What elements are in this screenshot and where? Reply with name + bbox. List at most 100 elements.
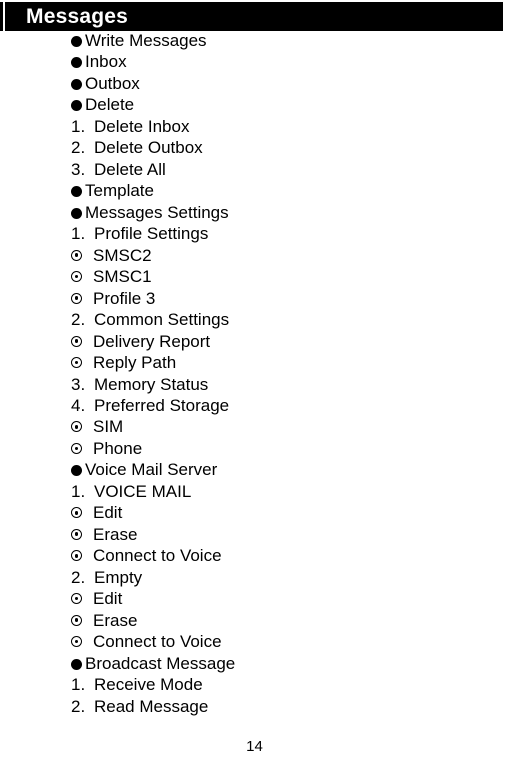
- radio-bullet-glyph: [71, 357, 82, 369]
- outline-row-label: Profile 3: [93, 288, 156, 308]
- outline-row: Edit: [71, 588, 501, 609]
- outline-row-label: SMSC1: [93, 267, 152, 287]
- list-number: 2.: [71, 567, 86, 587]
- list-number: 2.: [71, 696, 86, 716]
- radio-bullet-glyph: [71, 292, 82, 304]
- outline-row-label: Delivery Report: [93, 331, 211, 351]
- outline-row: 1. Receive Mode: [71, 674, 501, 695]
- outline-row-label: Connect to Voice: [93, 546, 222, 566]
- outline-row-label: Write Messages: [85, 31, 207, 50]
- outline-row: Broadcast Message: [71, 653, 501, 674]
- menu-outline-list: Write Messages Inbox Outbox Delete 1. Delete …: [71, 30, 501, 717]
- outline-row: 3. Delete All: [71, 159, 501, 180]
- filled-bullet-glyph: [71, 658, 82, 670]
- list-number: 1.: [71, 116, 86, 136]
- outline-row: 3. Memory Status: [71, 374, 501, 395]
- list-number: 2.: [71, 138, 86, 158]
- outline-row-label: Empty: [94, 567, 143, 587]
- outline-row-label: Voice Mail Server: [85, 460, 218, 480]
- outline-row: Connect to Voice: [71, 545, 501, 566]
- outline-row: Erase: [71, 610, 501, 631]
- outline-row-label: Phone: [93, 438, 143, 458]
- outline-row: 4. Preferred Storage: [71, 395, 501, 416]
- radio-bullet-glyph: [71, 507, 82, 519]
- outline-row-label: SIM: [93, 417, 124, 437]
- radio-bullet-glyph: [71, 442, 82, 454]
- outline-row-label: Receive Mode: [94, 675, 203, 695]
- page-title: Messages: [26, 5, 128, 28]
- outline-row-label: Delete All: [94, 159, 166, 179]
- filled-bullet-glyph: [71, 465, 82, 477]
- outline-row: Connect to Voice: [71, 631, 501, 652]
- radio-bullet-glyph: [71, 528, 82, 540]
- outline-row: 2. Read Message: [71, 696, 501, 717]
- list-number: 3.: [71, 159, 86, 179]
- document-page: Messages Write Messages Inbox Outbox Delete…: [0, 0, 509, 760]
- radio-bullet-glyph: [71, 335, 82, 347]
- outline-row: 1. Delete Inbox: [71, 116, 501, 137]
- outline-row-label: SMSC2: [93, 245, 152, 265]
- outline-row-label: Delete Inbox: [94, 116, 190, 136]
- outline-row-label: Edit: [93, 589, 123, 609]
- outline-row-label: Messages Settings: [85, 202, 229, 222]
- outline-row: Profile 3: [71, 288, 501, 309]
- outline-row-label: Reply Path: [93, 353, 177, 373]
- outline-row-label: Erase: [93, 524, 138, 544]
- filled-bullet-glyph: [71, 36, 82, 47]
- outline-row-label: Common Settings: [94, 310, 230, 330]
- outline-row: Delivery Report: [71, 331, 501, 352]
- outline-row-label: Template: [85, 181, 154, 201]
- radio-bullet-glyph: [71, 614, 82, 626]
- list-number: 2.: [71, 310, 86, 330]
- outline-row-label: Outbox: [85, 73, 140, 93]
- outline-row: 1. Profile Settings: [71, 223, 501, 244]
- outline-row: SIM: [71, 416, 501, 437]
- filled-bullet-glyph: [71, 207, 82, 219]
- outline-row: SMSC2: [71, 245, 501, 266]
- outline-row: 2. Empty: [71, 567, 501, 588]
- outline-row-label: Erase: [93, 610, 138, 630]
- page-number: 14: [246, 738, 263, 755]
- outline-row-label: Profile Settings: [94, 224, 209, 244]
- header-bar: Messages: [5, 2, 503, 31]
- outline-row-label: Read Message: [94, 696, 209, 716]
- outline-row-label: Edit: [93, 503, 123, 523]
- list-number: 3.: [71, 374, 86, 394]
- list-number: 1.: [71, 481, 86, 501]
- outline-row-label: Delete: [85, 95, 135, 115]
- outline-row: Template: [71, 180, 501, 201]
- outline-row-label: Inbox: [85, 52, 127, 72]
- outline-row: Reply Path: [71, 352, 501, 373]
- outline-row-label: VOICE MAIL: [94, 481, 192, 501]
- outline-row-label: Broadcast Message: [85, 653, 236, 673]
- outline-row: Outbox: [71, 73, 501, 94]
- filled-bullet-glyph: [71, 100, 82, 112]
- outline-row: SMSC1: [71, 266, 501, 287]
- header-left-edge-mark: [0, 2, 3, 31]
- radio-bullet-glyph: [71, 271, 82, 283]
- outline-row: Edit: [71, 502, 501, 523]
- outline-row: 1. VOICE MAIL: [71, 481, 501, 502]
- outline-row-label: Memory Status: [94, 374, 209, 394]
- radio-bullet-glyph: [71, 593, 82, 605]
- filled-bullet-glyph: [71, 78, 82, 90]
- section-header-band: Messages: [0, 2, 509, 31]
- outline-row: Phone: [71, 438, 501, 459]
- outline-row: 2. Delete Outbox: [71, 137, 501, 158]
- outline-row: Voice Mail Server: [71, 459, 501, 480]
- outline-row: Write Messages: [71, 30, 501, 51]
- outline-row-label: Connect to Voice: [93, 632, 222, 652]
- outline-row: Inbox: [71, 51, 501, 72]
- radio-bullet-glyph: [71, 636, 82, 648]
- filled-bullet-glyph: [71, 186, 82, 198]
- outline-row-label: Preferred Storage: [94, 395, 230, 415]
- list-number: 1.: [71, 224, 86, 244]
- outline-row: Delete: [71, 94, 501, 115]
- radio-bullet-glyph: [71, 249, 82, 261]
- list-number: 4.: [71, 395, 86, 415]
- radio-bullet-glyph: [71, 421, 82, 433]
- filled-bullet-glyph: [71, 57, 82, 69]
- outline-row: Erase: [71, 524, 501, 545]
- outline-row: 2. Common Settings: [71, 309, 501, 330]
- outline-row: Messages Settings: [71, 202, 501, 223]
